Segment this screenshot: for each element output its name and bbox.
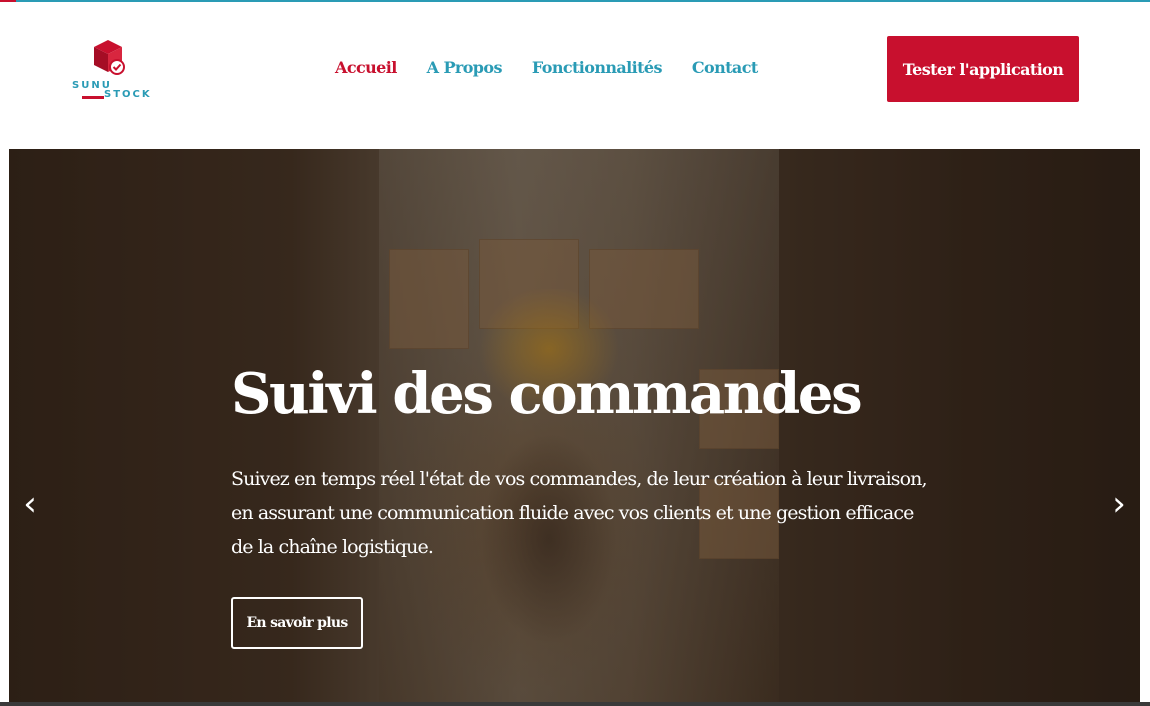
hero-overlay — [9, 149, 1140, 706]
hero-description: Suivez en temps réel l'état de vos comma… — [231, 468, 928, 558]
hero-title: Suivi des commandes — [231, 361, 863, 427]
main-nav: Accueil A Propos Fonctionnalités Contact — [333, 58, 760, 82]
page-bottom-strip — [0, 702, 1150, 706]
chevron-right-icon[interactable]: › — [1104, 479, 1134, 529]
nav-item-accueil[interactable]: Accueil — [333, 58, 399, 82]
learn-more-button[interactable]: En savoir plus — [231, 597, 363, 649]
nav-item-a-propos[interactable]: A Propos — [425, 58, 504, 82]
site-header: SUNU STOCK Accueil A Propos Fonctionnali… — [0, 2, 1150, 149]
chevron-left-icon[interactable]: ‹ — [15, 479, 45, 529]
box-check-icon — [94, 40, 125, 75]
hero-carousel: Suivi des commandes Suivez en temps réel… — [9, 149, 1140, 706]
brand-word-2: STOCK — [104, 89, 152, 100]
nav-item-fonctionnalites[interactable]: Fonctionnalités — [530, 58, 664, 82]
nav-item-contact[interactable]: Contact — [690, 58, 760, 82]
brand-underline — [82, 96, 104, 99]
brand-logo[interactable]: SUNU STOCK — [70, 38, 150, 104]
try-app-button[interactable]: Tester l'application — [887, 36, 1079, 102]
